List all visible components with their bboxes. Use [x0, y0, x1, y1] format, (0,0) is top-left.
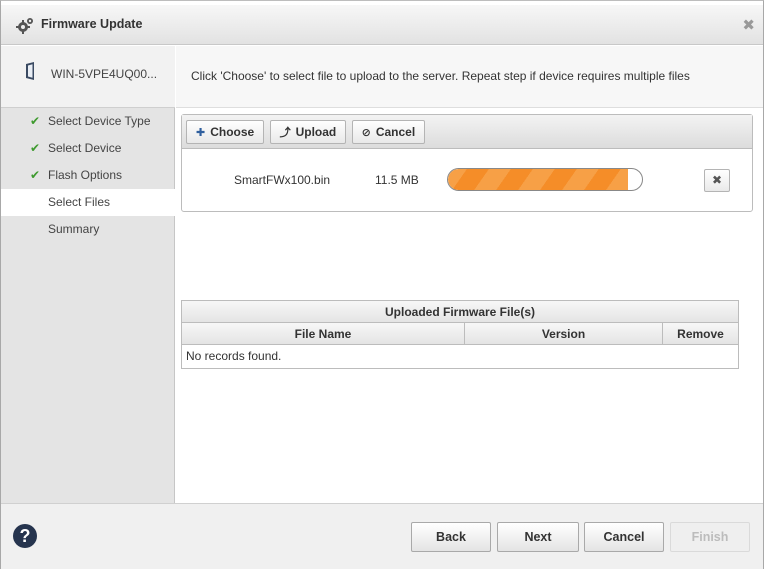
upload-arrow-icon: ⤴ [279, 127, 291, 139]
uploader-toolbar: ✚ Choose ⤴ Upload ⊘ Cancel [182, 115, 752, 149]
cancel-button[interactable]: Cancel [584, 522, 664, 552]
empty-records-message: No records found. [182, 345, 738, 368]
table-caption: Uploaded Firmware File(s) [182, 301, 738, 323]
column-header-version[interactable]: Version [465, 323, 663, 344]
gears-icon [16, 18, 33, 34]
choose-button[interactable]: ✚ Choose [186, 120, 265, 144]
instruction-text: Click 'Choose' to select file to upload … [191, 69, 690, 83]
file-row: SmartFWx100.bin 11.5 MB ✖ [182, 149, 752, 212]
step-label: Select Files [48, 195, 111, 209]
file-size: 11.5 MB [375, 173, 419, 187]
device-name: WIN-5VPE4UQ00... [51, 67, 158, 81]
step-label: Select Device Type [48, 114, 151, 128]
checkmark-icon: ✔ [30, 114, 41, 128]
file-name: SmartFWx100.bin [234, 173, 331, 187]
step-label: Select Device [48, 141, 122, 155]
uploaded-files-table: Uploaded Firmware File(s) File Name Vers… [181, 300, 739, 369]
upload-progress-fill [448, 169, 629, 190]
dialog-title: Firmware Update [41, 17, 143, 31]
cancel-circle-icon: ⊘ [361, 127, 371, 139]
column-header-remove[interactable]: Remove [663, 323, 738, 344]
checkmark-icon: ✔ [30, 141, 41, 155]
dialog-footer: ? Back Next Cancel Finish [1, 503, 763, 569]
file-uploader: ✚ Choose ⤴ Upload ⊘ Cancel SmartFWx100.bin … [181, 114, 753, 212]
help-icon[interactable]: ? [13, 524, 37, 548]
upload-progress-bar [447, 168, 643, 191]
instruction-banner: Click 'Choose' to select file to upload … [176, 46, 763, 108]
remove-file-button[interactable]: ✖ [704, 169, 730, 192]
cancel-upload-button[interactable]: ⊘ Cancel [351, 120, 426, 144]
step-flash-options[interactable]: ✔ Flash Options [1, 162, 175, 189]
close-icon[interactable]: ✖ [742, 16, 755, 34]
device-icon [26, 62, 34, 80]
step-select-device[interactable]: ✔ Select Device [1, 135, 175, 162]
column-header-file-name[interactable]: File Name [182, 323, 465, 344]
finish-button: Finish [670, 522, 750, 552]
step-label: Flash Options [48, 168, 123, 182]
checkmark-icon: ✔ [30, 168, 41, 182]
step-summary[interactable]: Summary [1, 216, 175, 243]
wizard-steps: ✔ Select Device Type ✔ Select Device ✔ F… [1, 108, 175, 243]
dialog-titlebar: Firmware Update ✖ [1, 5, 763, 45]
firmware-update-dialog: Firmware Update ✖ WIN-5VPE4UQ00... ✔ Sel… [0, 0, 764, 569]
back-button[interactable]: Back [411, 522, 491, 552]
wizard-sidebar: WIN-5VPE4UQ00... ✔ Select Device Type ✔ … [1, 46, 175, 503]
table-header-row: File Name Version Remove [182, 323, 738, 345]
next-button[interactable]: Next [497, 522, 579, 552]
upload-button[interactable]: ⤴ Upload [269, 120, 347, 144]
step-label: Summary [48, 222, 100, 236]
step-select-device-type[interactable]: ✔ Select Device Type [1, 108, 175, 135]
plus-icon: ✚ [196, 127, 206, 139]
device-header: WIN-5VPE4UQ00... [1, 46, 175, 108]
step-select-files[interactable]: Select Files [1, 189, 175, 216]
